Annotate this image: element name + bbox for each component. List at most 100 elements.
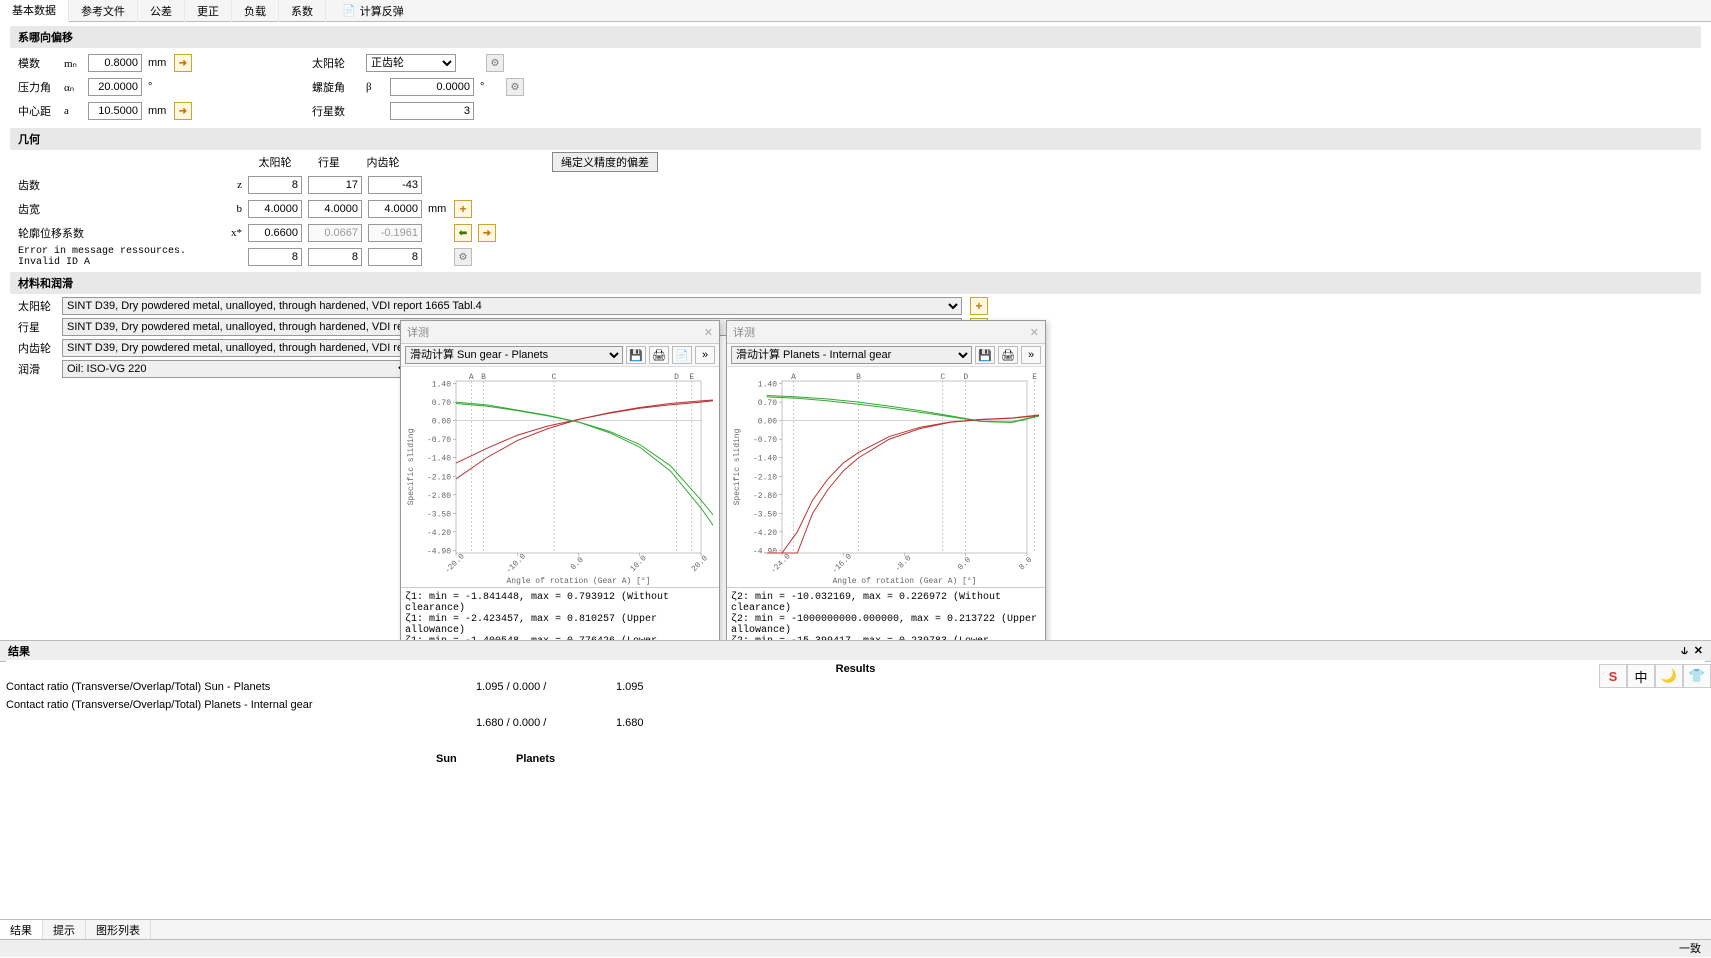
width-plus-button[interactable]: + [454, 200, 472, 218]
close-icon[interactable]: ✕ [704, 326, 713, 339]
svg-text:0.70: 0.70 [432, 399, 451, 408]
tolerance-deviation-button[interactable]: 绳定义精度的偏差 [552, 152, 658, 172]
center-label: 中心距 [18, 103, 58, 119]
width-unit: mm [428, 203, 448, 215]
main-tabs: 基本数据 参考文件 公差 更正 负载 系数 📄 计算反弹 [0, 0, 1711, 22]
pressure-input[interactable] [88, 78, 142, 96]
planets-label: 行星数 [312, 103, 360, 119]
center-arrow-button[interactable]: ➜ [174, 102, 192, 120]
width-symbol: b [224, 203, 242, 215]
sun-label: 太阳轮 [312, 55, 360, 71]
width-label: 齿宽 [18, 201, 218, 217]
btab-results[interactable]: 结果 [0, 920, 43, 939]
quality-planet-input[interactable] [308, 248, 362, 266]
chart-sun-planets: 1.400.700.00-0.70-1.40-2.10-2.80-3.50-4.… [401, 367, 713, 587]
shift-left-arrow-button[interactable]: ⬅ [454, 224, 472, 242]
mat-sun-plus-button[interactable]: + [970, 297, 988, 315]
module-label: 模数 [18, 55, 58, 71]
save-icon[interactable]: 💾 [975, 346, 995, 364]
close-icon[interactable]: ✕ [1030, 326, 1039, 339]
detail-2-select[interactable]: 滑动计算 Planets - Internal gear [731, 346, 972, 364]
mat-internal-label: 内齿轮 [18, 340, 54, 356]
sun-select[interactable]: 正齿轮 [366, 54, 456, 72]
svg-text:-16.0: -16.0 [831, 552, 854, 575]
export-icon[interactable]: 📄 [672, 346, 692, 364]
pressure-label: 压力角 [18, 79, 58, 95]
svg-text:10.0: 10.0 [629, 554, 649, 574]
detail-1-select[interactable]: 滑动计算 Sun gear - Planets [405, 346, 623, 364]
lube-select[interactable]: Oil: ISO-VG 220 [62, 360, 412, 378]
svg-text:0.00: 0.00 [432, 418, 451, 427]
module-input[interactable] [88, 54, 142, 72]
detail-panel-2: 详测 ✕ 滑动计算 Planets - Internal gear 💾 🖨 » … [726, 320, 1046, 652]
svg-text:-0.70: -0.70 [427, 436, 451, 445]
tab-coefficient[interactable]: 系数 [279, 0, 326, 22]
tab-reference[interactable]: 参考文件 [69, 0, 138, 22]
print-icon[interactable]: 🖨 [998, 346, 1018, 364]
undock-icon[interactable]: ⫝ [1681, 645, 1688, 657]
result-row-val1: 1.095 / 0.000 / [476, 678, 616, 696]
svg-text:B: B [481, 373, 486, 382]
teeth-planet-input[interactable] [308, 176, 362, 194]
helix-symbol: β [366, 81, 384, 93]
module-arrow-button[interactable]: ➜ [174, 54, 192, 72]
svg-text:Specific sliding: Specific sliding [733, 428, 742, 505]
svg-text:0.70: 0.70 [758, 399, 777, 408]
app-icon-zh[interactable]: 中 [1627, 664, 1655, 688]
result-row-val2: 1.095 [616, 678, 716, 696]
quality-internal-input[interactable] [368, 248, 422, 266]
moon-icon[interactable]: 🌙 [1655, 664, 1683, 688]
quality-gear-button[interactable]: ⚙ [454, 248, 472, 266]
error-label: Error in message ressources. Invalid ID … [18, 246, 218, 268]
svg-text:-2.10: -2.10 [427, 473, 451, 482]
width-sun-input[interactable] [248, 200, 302, 218]
svg-text:-4.20: -4.20 [753, 529, 777, 538]
sun-gear-button[interactable]: ⚙ [486, 54, 504, 72]
svg-text:-3.50: -3.50 [427, 510, 451, 519]
compute-button[interactable]: 📄 计算反弹 [330, 0, 416, 22]
mat-internal-select[interactable]: SINT D39, Dry powdered metal, unalloyed,… [62, 339, 432, 357]
shift-planet-input [308, 224, 362, 242]
save-icon[interactable]: 💾 [626, 346, 646, 364]
btab-hints[interactable]: 提示 [43, 920, 86, 939]
more-icon[interactable]: » [695, 346, 715, 364]
center-unit: mm [148, 105, 168, 117]
app-icon-s[interactable]: S [1599, 664, 1627, 688]
print-icon[interactable]: 🖨 [649, 346, 669, 364]
helix-input[interactable] [390, 78, 474, 96]
center-symbol: a [64, 105, 82, 117]
shift-sun-input[interactable] [248, 224, 302, 242]
svg-text:-2.80: -2.80 [427, 492, 451, 501]
svg-text:1.40: 1.40 [432, 381, 451, 390]
tab-basic[interactable]: 基本数据 [0, 0, 69, 23]
width-internal-input[interactable] [368, 200, 422, 218]
result-row-label: Contact ratio (Transverse/Overlap/Total)… [6, 678, 476, 696]
center-input[interactable] [88, 102, 142, 120]
more-icon[interactable]: » [1021, 346, 1041, 364]
btab-graphics[interactable]: 图形列表 [86, 920, 151, 939]
helix-label: 螺旋角 [312, 79, 360, 95]
close-icon[interactable]: ✕ [1694, 645, 1703, 657]
helix-gear-button[interactable]: ⚙ [506, 78, 524, 96]
bottom-tabs: 结果 提示 图形列表 [0, 919, 1711, 939]
teeth-internal-input[interactable] [368, 176, 422, 194]
svg-text:C: C [940, 373, 945, 382]
tab-tolerance[interactable]: 公差 [138, 0, 185, 22]
svg-text:Specific sliding: Specific sliding [407, 428, 416, 505]
teeth-label: 齿数 [18, 177, 218, 193]
shift-right-arrow-button[interactable]: ➜ [478, 224, 496, 242]
svg-text:-2.80: -2.80 [753, 492, 777, 501]
width-planet-input[interactable] [308, 200, 362, 218]
shirt-icon[interactable]: 👕 [1683, 664, 1711, 688]
result-row-val1: 1.680 / 0.000 / [476, 714, 616, 732]
teeth-sun-input[interactable] [248, 176, 302, 194]
detail-panel-1: 详测 ✕ 滑动计算 Sun gear - Planets 💾 🖨 📄 » 1.4… [400, 320, 720, 652]
quality-sun-input[interactable] [248, 248, 302, 266]
mat-sun-label: 太阳轮 [18, 298, 54, 314]
statusbar: 一致 [0, 939, 1711, 957]
mat-sun-select[interactable]: SINT D39, Dry powdered metal, unalloyed,… [62, 297, 962, 315]
tab-correction[interactable]: 更正 [185, 0, 232, 22]
tab-load[interactable]: 负载 [232, 0, 279, 22]
pressure-unit: ° [148, 81, 168, 93]
planets-input[interactable] [390, 102, 474, 120]
